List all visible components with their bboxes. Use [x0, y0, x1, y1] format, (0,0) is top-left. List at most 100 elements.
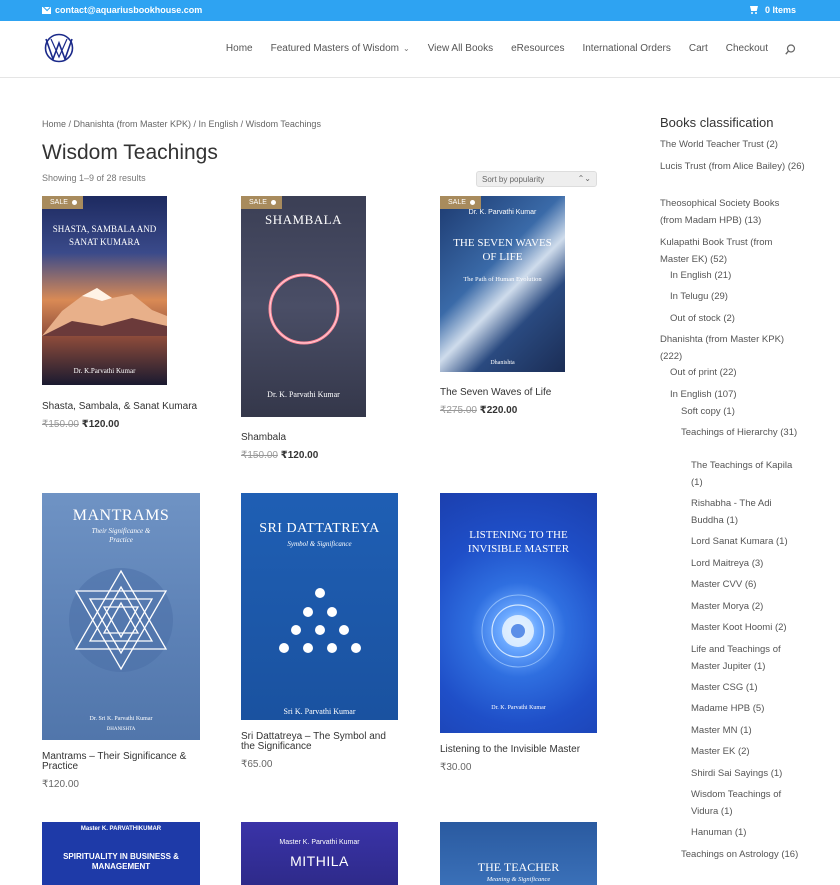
category-link[interactable]: Rishabha - The Adi Buddha (1) [691, 495, 801, 529]
category-link[interactable]: Life and Teachings of Master Jupiter (1) [691, 641, 801, 675]
product-image[interactable]: Master K. PARVATHIKUMAR SPIRITUALITY IN … [42, 822, 200, 885]
original-price: ₹150.00 [42, 419, 79, 430]
category-link[interactable]: Master MN (1) [691, 722, 831, 739]
category-link[interactable]: Master Koot Hoomi (2) [691, 619, 831, 636]
breadcrumb[interactable]: Home / Dhanishta (from Master KPK) / In … [42, 119, 321, 129]
category-link[interactable]: The Teachings of Kapila (1) [691, 457, 801, 491]
category-link[interactable]: Shirdi Sai Sayings (1) [691, 765, 831, 782]
category-link[interactable]: Hanuman (1) [691, 824, 831, 841]
nav-cart[interactable]: Cart [689, 43, 708, 54]
category-link[interactable]: Teachings on Astrology (16) [681, 846, 801, 863]
regular-price: ₹65.00 [241, 759, 273, 770]
contact-email-link[interactable]: contact@aquariusbookhouse.com [42, 5, 202, 15]
product-price: ₹150.00 ₹120.00 [241, 450, 318, 461]
cover-publisher: DHANISHTA [106, 727, 136, 732]
cover-title: THE TEACHER [477, 860, 560, 874]
chevron-updown-icon: ⌃⌄ [577, 174, 591, 183]
category-link[interactable]: Dhanishta (from Master KPK) (222) [660, 331, 800, 365]
category-link[interactable]: Teachings of Hierarchy (31) [681, 424, 801, 441]
sale-badge: SALE [42, 196, 83, 209]
product-image[interactable]: THE TEACHER Meaning & Significance [440, 822, 597, 885]
product-image[interactable]: SRI DATTATREYA Symbol & Significance Sri… [241, 493, 398, 720]
category-link[interactable]: Out of stock (2) [670, 310, 820, 327]
cover-subtitle: The Path of Human Evolution [463, 276, 542, 283]
original-price: ₹275.00 [440, 405, 477, 416]
product-title[interactable]: Shasta, Sambala, & Sanat Kumara [42, 402, 202, 412]
category-link[interactable]: In Telugu (29) [670, 288, 820, 305]
product-price: ₹275.00 ₹220.00 [440, 405, 517, 416]
product-image[interactable]: SALE SHASTA, SAMBALA AND SANAT KUMARA Dr… [42, 196, 167, 385]
sri-yantra-art [69, 568, 173, 672]
cover-title: SRI DATTATREYA [259, 521, 380, 536]
site-header: Home Featured Masters of Wisdom ⌄ View Al… [0, 21, 840, 78]
nav-view-all-books[interactable]: View All Books [428, 43, 493, 54]
category-link[interactable]: Master EK (2) [691, 743, 831, 760]
category-link[interactable]: Wisdom Teachings of Vidura (1) [691, 786, 801, 820]
product-title[interactable]: The Seven Waves of Life [440, 388, 600, 398]
category-link[interactable]: Madame HPB (5) [691, 700, 831, 717]
cover-author: Sri K. Parvathi Kumar [283, 707, 356, 716]
top-bar: contact@aquariusbookhouse.com 0 Items [0, 0, 840, 21]
product-price: ₹120.00 [42, 779, 79, 790]
category-link[interactable]: Master CSG (1) [691, 679, 831, 696]
top-cart-link[interactable]: 0 Items [749, 5, 796, 15]
product-price: ₹30.00 [440, 762, 471, 773]
cover-title: SHAMBALA [265, 212, 342, 227]
cover-subtitle: Meaning & Significance [486, 876, 551, 883]
category-link[interactable]: Master CVV (6) [691, 576, 831, 593]
product-image[interactable]: SALE SHAMBALA Dr. K. Parvathi Kumar [241, 196, 366, 417]
result-count: Showing 1–9 of 28 results [42, 173, 146, 183]
original-price: ₹150.00 [241, 450, 278, 461]
regular-price: ₹30.00 [440, 762, 472, 773]
site-logo[interactable] [43, 33, 75, 63]
nav-featured-masters[interactable]: Featured Masters of Wisdom ⌄ [271, 43, 410, 54]
sort-selected-value: Sort by popularity [482, 175, 545, 184]
product-title[interactable]: Listening to the Invisible Master [440, 745, 600, 755]
cover-title: SPIRITUALITY IN BUSINESS & MANAGEMENT [63, 852, 179, 872]
nav-international-orders[interactable]: International Orders [582, 43, 670, 54]
regular-price: ₹120.00 [42, 779, 79, 790]
category-link[interactable]: In English (107) [670, 386, 820, 403]
product-image[interactable]: MANTRAMS Their Significance & Practice D… [42, 493, 200, 740]
sale-label: SALE [448, 199, 466, 206]
category-link[interactable]: Master Morya (2) [691, 598, 831, 615]
search-icon[interactable] [785, 44, 796, 55]
cover-title: MANTRAMS [72, 507, 170, 524]
cover-author: Dr. K.Parvathi Kumar [73, 367, 136, 375]
sort-dropdown[interactable]: Sort by popularity ⌃⌄ [476, 171, 597, 187]
category-link[interactable]: Kulapathi Book Trust (from Master EK) (5… [660, 234, 795, 268]
cover-title: THE SEVEN WAVES OF LIFE [453, 237, 552, 264]
cover-author: Dr. K. Parvathi Kumar [491, 705, 546, 711]
ring-art [268, 273, 340, 345]
category-link[interactable]: Lord Sanat Kumara (1) [691, 533, 831, 550]
glowing-mandala-art [481, 594, 555, 668]
category-link[interactable]: Theosophical Society Books (from Madam H… [660, 195, 800, 229]
category-link[interactable]: The World Teacher Trust (2) [660, 136, 830, 153]
sale-price: ₹120.00 [280, 450, 319, 461]
dot-icon [71, 200, 77, 205]
category-link[interactable]: In English (21) [670, 267, 820, 284]
cover-title: SHASTA, SAMBALA AND SANAT KUMARA [52, 224, 157, 247]
product-price: ₹65.00 [241, 759, 272, 770]
main-nav: Home Featured Masters of Wisdom ⌄ View Al… [208, 43, 768, 54]
product-title[interactable]: Shambala [241, 433, 401, 443]
product-image[interactable]: SALE Dr. K. Parvathi Kumar THE SEVEN WAV… [440, 196, 565, 372]
product-image[interactable]: Master K. Parvathi Kumar MITHILA [241, 822, 398, 885]
nav-home[interactable]: Home [226, 43, 253, 54]
cover-author: Dr. Sri K. Parvathi Kumar [89, 716, 153, 722]
product-image[interactable]: LISTENING TO THE INVISIBLE MASTER Dr. K.… [440, 493, 597, 733]
category-link[interactable]: Out of print (22) [670, 364, 820, 381]
nav-checkout[interactable]: Checkout [726, 43, 768, 54]
category-link[interactable]: Soft copy (1) [681, 403, 821, 420]
sale-label: SALE [249, 199, 267, 206]
nav-featured-masters-label: Featured Masters of Wisdom [270, 43, 399, 54]
chevron-down-icon: ⌄ [402, 44, 410, 53]
category-link[interactable]: Lord Maitreya (3) [691, 555, 831, 572]
sidebar-title: Books classification [660, 115, 774, 130]
sale-price: ₹220.00 [479, 405, 518, 416]
nav-eresources[interactable]: eResources [511, 43, 564, 54]
category-link[interactable]: Lucis Trust (from Alice Bailey) (26) [660, 158, 810, 175]
dot-icon [270, 200, 276, 205]
product-title[interactable]: Sri Dattatreya – The Symbol and the Sign… [241, 732, 401, 752]
product-title[interactable]: Mantrams – Their Significance & Practice [42, 752, 202, 772]
